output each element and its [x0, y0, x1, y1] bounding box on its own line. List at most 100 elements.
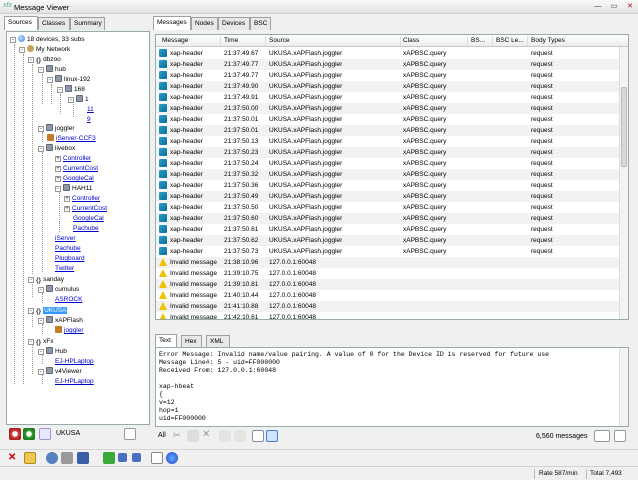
col-bs[interactable]: BS...: [471, 37, 485, 44]
options-icon[interactable]: [614, 430, 626, 442]
table-row[interactable]: xap-header 21:37:49.91 UKUSA.xAPFlash.jogg…: [156, 92, 628, 103]
tree-node-root[interactable]: - 18 devices, 33 subs: [10, 35, 84, 44]
tree-node-sanday[interactable]: -{} sanday: [28, 275, 64, 284]
table-row[interactable]: Invalid message 21:39:10.81 127.0.0.1:6004…: [156, 279, 628, 290]
col-source[interactable]: Source: [269, 37, 290, 44]
collapse-icon[interactable]: -: [28, 277, 34, 283]
tree-node-hah-currentcost[interactable]: + CurrentCost: [64, 204, 107, 213]
collapse-icon[interactable]: -: [57, 87, 63, 93]
table-row[interactable]: xap-header 21:37:50.01 UKUSA.xAPFlash.jogg…: [156, 125, 628, 136]
table-row[interactable]: xap-header 21:37:50.00 UKUSA.xAPFlash.jogg…: [156, 103, 628, 114]
col-body-types[interactable]: Body Types: [531, 37, 565, 44]
collapse-icon[interactable]: -: [38, 146, 44, 152]
collapse-icon[interactable]: -: [38, 126, 44, 132]
tree-node-currentcost[interactable]: + CurrentCost: [55, 164, 98, 173]
tree-node-joggler[interactable]: - joggler: [38, 124, 75, 133]
table-row[interactable]: xap-header 21:37:50.49 UKUSA.xAPFlash.jogg…: [156, 191, 628, 202]
collapse-icon[interactable]: -: [55, 186, 61, 192]
expand-icon[interactable]: +: [55, 166, 61, 172]
collapse-icon[interactable]: -: [38, 318, 44, 324]
table-row[interactable]: xap-header 21:37:50.73 UKUSA.xAPFlash.jogg…: [156, 246, 628, 257]
tab-text[interactable]: Text: [155, 334, 177, 348]
tree-node-xapflash[interactable]: - xAPFlash: [38, 316, 83, 325]
help-icon[interactable]: [166, 452, 178, 464]
table-row[interactable]: Invalid message 21:38:10.96 127.0.0.1:6004…: [156, 257, 628, 268]
tab-messages[interactable]: Messages: [153, 16, 191, 30]
tree-node-livebox[interactable]: - livebox: [38, 144, 75, 153]
maximize-button[interactable]: ▭: [606, 0, 622, 13]
collapse-icon[interactable]: -: [38, 287, 44, 293]
options-dropdown-icon[interactable]: [124, 428, 136, 440]
collapse-icon[interactable]: -: [28, 57, 34, 63]
minimize-button[interactable]: —: [590, 0, 606, 13]
tab-classes[interactable]: Classes: [38, 17, 70, 30]
pause-icon[interactable]: [118, 453, 127, 462]
stop-icon[interactable]: [132, 453, 141, 462]
tree-node-controller[interactable]: + Controller: [55, 154, 91, 163]
clear-icon[interactable]: ✕: [8, 452, 20, 464]
save-icon[interactable]: [77, 452, 89, 464]
table-row[interactable]: xap-header 21:37:50.01 UKUSA.xAPFlash.jogg…: [156, 114, 628, 125]
zoom-out-icon[interactable]: [9, 428, 21, 440]
table-row[interactable]: xap-header 21:37:49.77 UKUSA.xAPFlash.jogg…: [156, 59, 628, 70]
grid-scroll-thumb[interactable]: [621, 87, 627, 167]
tree-node-iserver-ccf3[interactable]: iServer-CCF3: [47, 134, 96, 143]
tree-node-hub[interactable]: - hub: [38, 65, 66, 74]
table-row[interactable]: Invalid message 21:41:10.88 127.0.0.1:6004…: [156, 301, 628, 312]
tab-nodes[interactable]: Nodes: [191, 17, 218, 30]
col-message[interactable]: Message: [162, 37, 188, 44]
table-row[interactable]: xap-header 21:37:50.60 UKUSA.xAPFlash.jogg…: [156, 213, 628, 224]
document-icon[interactable]: [151, 452, 163, 464]
delete-icon[interactable]: ✕: [202, 429, 214, 441]
columns-dropdown-icon[interactable]: [594, 430, 610, 442]
tree-node-hah-controller[interactable]: + Controller: [64, 194, 100, 203]
send-icon[interactable]: [46, 452, 58, 464]
tree-node-n9[interactable]: 9: [87, 115, 91, 124]
table-row[interactable]: xap-header 21:37:50.32 UKUSA.xAPFlash.jogg…: [156, 169, 628, 180]
tree-node-cumulus[interactable]: - cumulus: [38, 285, 79, 294]
expand-icon[interactable]: +: [64, 196, 70, 202]
collapse-icon[interactable]: -: [28, 308, 34, 314]
edit-icon[interactable]: [61, 452, 73, 464]
tab-summary[interactable]: Summary: [70, 17, 105, 30]
filter-icon[interactable]: [39, 428, 51, 440]
collapse-icon[interactable]: -: [19, 47, 25, 53]
tree-node-hah11[interactable]: - HAH11: [55, 184, 92, 193]
table-row[interactable]: xap-header 21:37:50.61 UKUSA.xAPFlash.jogg…: [156, 224, 628, 235]
table-row[interactable]: xap-header 21:37:50.62 UKUSA.xAPFlash.jogg…: [156, 235, 628, 246]
table-row[interactable]: xap-header 21:37:50.24 UKUSA.xAPFlash.jogg…: [156, 158, 628, 169]
tree-node-hah-googlecal[interactable]: GoogleCal: [73, 214, 104, 223]
col-bsc-level[interactable]: BSC Le...: [496, 37, 524, 44]
table-row[interactable]: xap-header 21:37:50.13 UKUSA.xAPFlash.jogg…: [156, 136, 628, 147]
tab-sources[interactable]: Sources: [4, 16, 38, 30]
table-row[interactable]: Invalid message 21:39:10.75 127.0.0.1:6004…: [156, 268, 628, 279]
col-class[interactable]: Class: [403, 37, 419, 44]
detail-scrollbar[interactable]: [619, 348, 628, 426]
tree-node-googlecal[interactable]: + GoogleCal: [55, 174, 94, 183]
tree-node-ukusa[interactable]: -{} UKUSA: [28, 306, 68, 315]
table-row[interactable]: xap-header 21:37:49.77 UKUSA.xAPFlash.jogg…: [156, 70, 628, 81]
table-row[interactable]: xap-header 21:37:50.36 UKUSA.xAPFlash.jogg…: [156, 180, 628, 191]
tab-bsc[interactable]: BSC: [250, 17, 271, 30]
tree-node-hah-pachube[interactable]: Pachube: [73, 224, 99, 233]
expand-icon[interactable]: +: [55, 176, 61, 182]
expand-icon[interactable]: +: [64, 206, 70, 212]
source-tree[interactable]: -18 devices, 33 subs - My Network -{} dbzoo -…: [6, 31, 150, 425]
collapse-icon[interactable]: -: [28, 339, 34, 345]
message-grid[interactable]: Message Time Source Class BS... BSC Le..…: [155, 34, 629, 320]
grid-scrollbar[interactable]: [619, 47, 628, 319]
tree-node-my-network[interactable]: - My Network: [19, 45, 70, 54]
tree-node-iserver[interactable]: iServer: [55, 234, 76, 243]
detail-view-icon[interactable]: [266, 430, 278, 442]
table-row[interactable]: xap-header 21:37:49.67 UKUSA.xAPFlash.jogg…: [156, 48, 628, 59]
tree-node-linux[interactable]: - linux-192: [47, 75, 90, 84]
table-row[interactable]: Invalid message 21:40:10.44 127.0.0.1:6004…: [156, 290, 628, 301]
table-row[interactable]: xap-header 21:37:49.90 UKUSA.xAPFlash.jogg…: [156, 81, 628, 92]
tree-node-twitter[interactable]: Twitter: [55, 264, 74, 273]
col-time[interactable]: Time: [224, 37, 238, 44]
collapse-icon[interactable]: -: [38, 349, 44, 355]
tree-node-asrock[interactable]: ASROCK: [55, 295, 82, 304]
list-view-icon[interactable]: [252, 430, 264, 442]
collapse-icon[interactable]: -: [10, 37, 16, 43]
tree-node-joggler2[interactable]: joggler: [55, 326, 84, 335]
